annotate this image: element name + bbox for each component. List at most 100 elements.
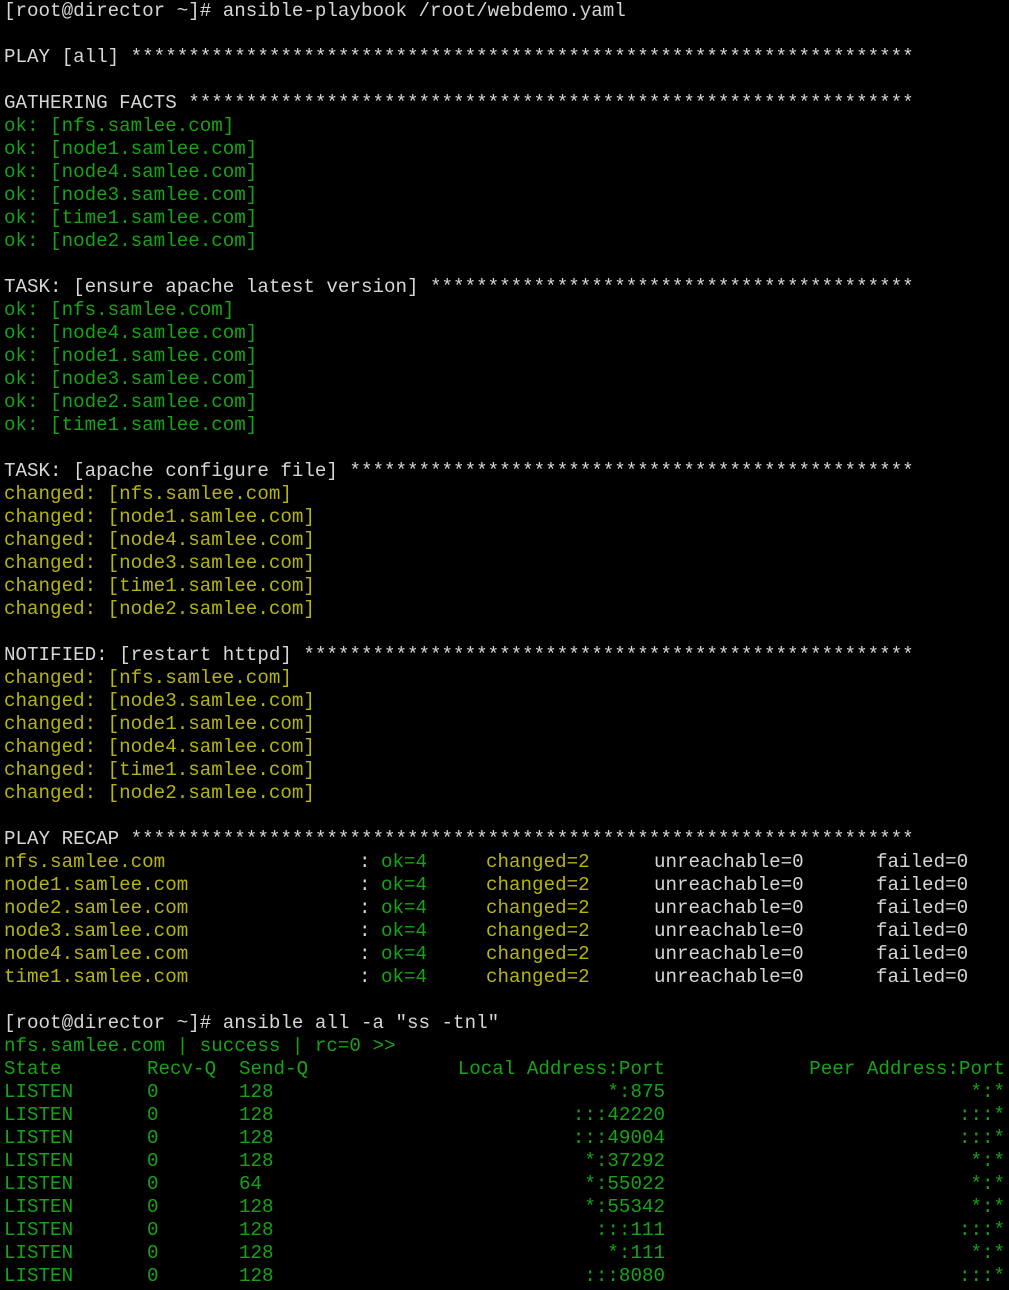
ss-recv-q: 0 (147, 1265, 159, 1287)
terminal-line: ok: [node3.samlee.com] (4, 368, 258, 390)
terminal-line: ok: [node2.samlee.com] (4, 391, 258, 413)
terminal-line: TASK: [ensure apache latest version] ***… (4, 276, 914, 298)
recap-row: node4.samlee.com: ok=4 changed=2 unreachabl… (4, 943, 1009, 966)
ss-send-q: 128 (239, 1265, 274, 1287)
recap-host: nfs.samlee.com (4, 851, 166, 873)
terminal-line: ok: [node1.samlee.com] (4, 345, 258, 367)
ss-local-address: *:111 (607, 1242, 665, 1264)
ss-local-address: *:875 (607, 1081, 665, 1103)
terminal-line: nfs.samlee.com | success | rc=0 >> (4, 1035, 396, 1057)
recap-changed: changed=2 (486, 897, 590, 919)
ss-local-address: :::8080 (584, 1265, 665, 1287)
ss-row: LISTEN 0 64 *:55022 *:* (4, 1173, 1009, 1196)
terminal-line: PLAY [all] *****************************… (4, 46, 914, 68)
recap-ok: ok=4 (381, 851, 428, 873)
terminal-line: changed: [node2.samlee.com] (4, 782, 315, 804)
recap-failed: failed=0 (876, 966, 969, 988)
recap-failed: failed=0 (876, 851, 969, 873)
recap-host: time1.samlee.com (4, 966, 189, 988)
recap-row: nfs.samlee.com: ok=4 changed=2 unreachable=… (4, 851, 1009, 874)
recap-failed: failed=0 (876, 920, 969, 942)
recap-unreachable: unreachable=0 (654, 920, 804, 942)
recap-ok: ok=4 (381, 920, 428, 942)
ss-row: LISTEN 0 128 *:111 *:* (4, 1242, 1009, 1265)
recap-separator: : (359, 851, 371, 873)
terminal-line: ok: [time1.samlee.com] (4, 414, 258, 436)
ss-recv-q: 0 (147, 1173, 159, 1195)
ss-state: LISTEN (4, 1081, 74, 1103)
terminal-line: changed: [node1.samlee.com] (4, 506, 315, 528)
ss-row: LISTEN 0 128 *:37292 *:* (4, 1150, 1009, 1173)
ss-row: LISTEN 0 128:::8080:::* (4, 1265, 1009, 1288)
ss-recv-q: 0 (147, 1150, 159, 1172)
recap-host: node3.samlee.com (4, 920, 189, 942)
terminal-line: NOTIFIED: [restart httpd] **************… (4, 644, 914, 666)
ss-peer-address: :::* (958, 1127, 1005, 1149)
terminal-line: ok: [nfs.samlee.com] (4, 115, 235, 137)
ss-send-q: 128 (239, 1127, 274, 1149)
recap-row: node1.samlee.com: ok=4 changed=2 unreachabl… (4, 874, 1009, 897)
ss-state: LISTEN (4, 1196, 74, 1218)
ss-local-address: :::42220 (572, 1104, 665, 1126)
recap-row: node3.samlee.com: ok=4 changed=2 unreachabl… (4, 920, 1009, 943)
recap-unreachable: unreachable=0 (654, 897, 804, 919)
ss-state: State (4, 1058, 62, 1080)
ss-peer-address: :::* (958, 1219, 1005, 1241)
ss-local-address: *:55342 (584, 1196, 665, 1218)
recap-host: node2.samlee.com (4, 897, 189, 919)
ss-peer-address: *:* (970, 1150, 1005, 1172)
terminal-line: ok: [time1.samlee.com] (4, 207, 258, 229)
recap-changed: changed=2 (486, 874, 590, 896)
recap-ok: ok=4 (381, 966, 428, 988)
ss-send-q: 128 (239, 1219, 274, 1241)
ss-row: LISTEN 0 128:::49004:::* (4, 1127, 1009, 1150)
ss-send-q: Send-Q (239, 1058, 309, 1080)
ss-peer-address: *:* (970, 1081, 1005, 1103)
ss-state: LISTEN (4, 1242, 74, 1264)
recap-unreachable: unreachable=0 (654, 966, 804, 988)
ss-peer-address: :::* (958, 1265, 1005, 1287)
recap-changed: changed=2 (486, 966, 590, 988)
ss-send-q: 128 (239, 1150, 274, 1172)
terminal-line: changed: [node3.samlee.com] (4, 690, 315, 712)
recap-failed: failed=0 (876, 874, 969, 896)
recap-separator: : (359, 874, 371, 896)
recap-unreachable: unreachable=0 (654, 851, 804, 873)
ss-recv-q: Recv-Q (147, 1058, 217, 1080)
ss-row: LISTEN 0 128:::42220:::* (4, 1104, 1009, 1127)
terminal-window[interactable]: [root@director ~]# ansible-playbook /roo… (0, 0, 1009, 1290)
recap-row: time1.samlee.com: ok=4 changed=2 unreachabl… (4, 966, 1009, 989)
terminal-line: TASK: [apache configure file] **********… (4, 460, 914, 482)
ss-peer-address: *:* (970, 1242, 1005, 1264)
ss-peer-address: :::* (958, 1104, 1005, 1126)
terminal-line: ok: [node4.samlee.com] (4, 161, 258, 183)
ss-row: LISTEN 0 128:::111:::* (4, 1219, 1009, 1242)
ss-state: LISTEN (4, 1104, 74, 1126)
recap-host: node1.samlee.com (4, 874, 189, 896)
ss-peer-address: *:* (970, 1173, 1005, 1195)
ss-row: State Recv-Q Send-Q Local Address:Port Peer … (4, 1058, 1009, 1081)
ss-row: LISTEN 0 128 *:55342 *:* (4, 1196, 1009, 1219)
ss-state: LISTEN (4, 1127, 74, 1149)
ss-state: LISTEN (4, 1150, 74, 1172)
recap-separator: : (359, 920, 371, 942)
recap-separator: : (359, 897, 371, 919)
ss-recv-q: 0 (147, 1104, 159, 1126)
terminal-line: changed: [nfs.samlee.com] (4, 483, 292, 505)
recap-changed: changed=2 (486, 920, 590, 942)
recap-failed: failed=0 (876, 897, 969, 919)
terminal-line: changed: [node1.samlee.com] (4, 713, 315, 735)
terminal-line: changed: [time1.samlee.com] (4, 575, 315, 597)
ss-state: LISTEN (4, 1219, 74, 1241)
recap-separator: : (359, 966, 371, 988)
ss-local-address: *:37292 (584, 1150, 665, 1172)
terminal-line: changed: [node3.samlee.com] (4, 552, 315, 574)
ss-recv-q: 0 (147, 1081, 159, 1103)
ss-state: LISTEN (4, 1173, 74, 1195)
